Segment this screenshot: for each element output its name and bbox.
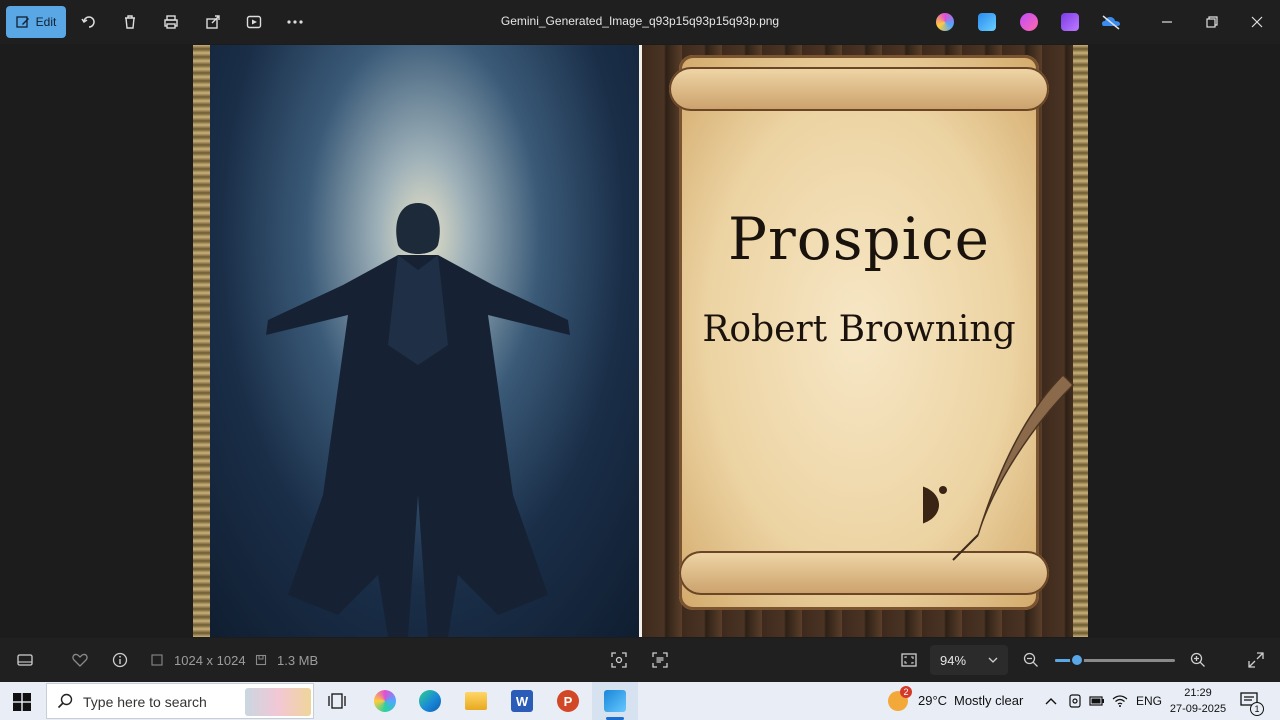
clipchamp-icon[interactable] (1061, 13, 1079, 31)
weather-description: Mostly clear (954, 693, 1024, 708)
powerpoint-icon[interactable]: P (554, 687, 582, 715)
search-highlight-icon (245, 688, 311, 716)
full-screen-icon[interactable] (1246, 650, 1266, 670)
poem-title: Prospice (728, 205, 990, 273)
zoom-dropdown[interactable]: 94% (930, 645, 1008, 675)
slideshow-icon[interactable] (244, 12, 264, 32)
file-size: 1.3 MB (277, 653, 319, 668)
notification-count: 1 (1250, 702, 1264, 716)
more-icon[interactable] (285, 12, 305, 32)
copilot-icon[interactable] (936, 13, 954, 31)
zoom-out-icon[interactable] (1021, 650, 1041, 670)
illustration-panel (193, 45, 640, 637)
word-icon[interactable]: W (508, 687, 536, 715)
meet-now-icon[interactable] (1064, 687, 1086, 715)
restore-icon[interactable] (1202, 12, 1222, 32)
ornamental-border (193, 45, 210, 637)
file-size-icon (252, 650, 270, 670)
print-icon[interactable] (161, 12, 181, 32)
search-icon (57, 693, 73, 709)
photos-app-icon[interactable] (601, 687, 629, 715)
zoom-in-icon[interactable] (1188, 650, 1208, 670)
search-placeholder: Type here to search (83, 694, 207, 710)
edit-button[interactable]: Edit (6, 6, 66, 38)
taskbar-clock[interactable]: 21:29 27-09-2025 (1166, 685, 1230, 717)
weather-temperature: 29°C (918, 693, 948, 708)
image-size-icon (148, 650, 166, 670)
scan-text-icon[interactable] (650, 650, 670, 670)
minimize-icon[interactable] (1157, 12, 1177, 32)
wifi-icon[interactable] (1108, 687, 1132, 715)
share-icon[interactable] (203, 12, 223, 32)
displayed-image[interactable]: Prospice Robert Browning (193, 45, 1088, 637)
designer-icon[interactable] (1020, 13, 1038, 31)
edit-label: Edit (35, 15, 57, 29)
zoom-value: 94% (940, 653, 967, 668)
file-explorer-icon[interactable] (462, 687, 490, 715)
filmstrip-icon[interactable] (15, 650, 35, 670)
input-language[interactable]: ENG (1136, 694, 1162, 708)
clock-date: 27-09-2025 (1169, 703, 1227, 715)
info-icon[interactable] (110, 650, 130, 670)
scroll-roll-top (669, 67, 1049, 111)
battery-icon[interactable] (1086, 687, 1108, 715)
close-icon[interactable] (1247, 12, 1267, 32)
bottom-bar: 1024 x 1024 1.3 MB 94% (0, 638, 1280, 682)
window-title: Gemini_Generated_Image_q93p15q93p15q93p.… (500, 14, 780, 28)
weather-badge: 2 (900, 686, 912, 698)
zoom-slider[interactable] (1055, 653, 1175, 667)
cloaked-figure-illustration (266, 203, 570, 637)
chevron-down-icon (988, 652, 998, 666)
edge-browser-icon[interactable] (416, 687, 444, 715)
edit-image-icon (16, 16, 29, 28)
fit-to-window-icon[interactable] (899, 650, 919, 670)
clock-time: 21:29 (1184, 687, 1212, 699)
rotate-icon[interactable] (79, 12, 99, 32)
chevron-up-icon[interactable] (1039, 687, 1063, 715)
taskbar: Type here to search W P 2 29°C Mostly cl… (0, 682, 1280, 720)
image-dimensions: 1024 x 1024 (174, 653, 246, 668)
title-bar: Edit Gemini_Generated_Image_q93p15q93p15… (0, 0, 1280, 44)
image-viewer: Prospice Robert Browning (0, 44, 1280, 638)
paint-icon[interactable] (978, 13, 996, 31)
taskbar-search-input[interactable]: Type here to search (46, 683, 314, 719)
windows-start-icon[interactable] (12, 692, 32, 712)
delete-icon[interactable] (120, 12, 140, 32)
favorite-heart-icon[interactable] (70, 650, 90, 670)
visual-search-icon[interactable] (609, 650, 629, 670)
zoom-slider-thumb[interactable] (1069, 653, 1084, 667)
task-view-icon[interactable] (323, 687, 351, 715)
onedrive-icon[interactable] (1101, 13, 1120, 31)
copilot-taskbar-icon[interactable] (371, 687, 399, 715)
quill-ink-icon (923, 373, 1075, 561)
poem-author: Robert Browning (702, 309, 1016, 350)
